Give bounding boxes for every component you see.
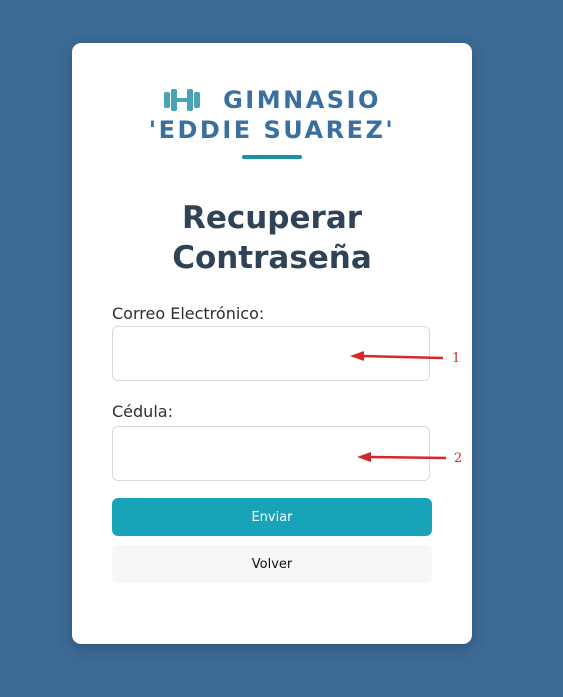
cedula-field[interactable] xyxy=(112,426,430,481)
brand-line-1: GIMNASIO xyxy=(72,85,472,115)
email-label: Correo Electrónico: xyxy=(112,304,265,323)
dumbbell-icon xyxy=(163,87,201,113)
page-title-line-2: Contraseña xyxy=(172,240,372,276)
recovery-card: GIMNASIO 'EDDIE SUAREZ' Recuperar Contra… xyxy=(72,43,472,644)
email-field[interactable] xyxy=(112,326,430,381)
submit-button[interactable]: Enviar xyxy=(112,498,432,536)
brand-logo: GIMNASIO 'EDDIE SUAREZ' xyxy=(72,85,472,145)
back-button[interactable]: Volver xyxy=(112,545,432,583)
annotation-label-1: 1 xyxy=(452,351,461,366)
brand-line-2: 'EDDIE SUAREZ' xyxy=(148,116,396,144)
page-title: Recuperar Contraseña xyxy=(72,198,472,278)
brand-name: GIMNASIO xyxy=(223,86,381,114)
annotation-label-2: 2 xyxy=(454,451,463,466)
page-title-line-1: Recuperar xyxy=(181,200,363,236)
brand-underline xyxy=(242,155,302,159)
cedula-label: Cédula: xyxy=(112,402,173,421)
